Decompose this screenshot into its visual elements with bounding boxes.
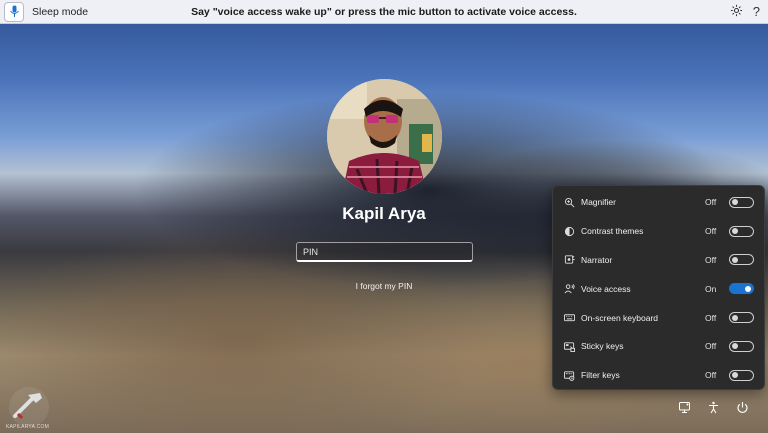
toggle-state: Off (705, 341, 717, 352)
accessibility-item-label: Narrator (581, 254, 613, 265)
pin-input[interactable] (296, 242, 473, 262)
toggle-state: Off (705, 370, 717, 381)
watermark-text: KAPILARYA.COM (6, 424, 49, 430)
accessibility-item-voice-access[interactable]: Voice access On (553, 274, 764, 303)
toggle-state: Off (705, 197, 717, 208)
accessibility-item-filter-keys[interactable]: Filter keys Off (553, 361, 764, 390)
system-tray (676, 399, 750, 415)
toggle-state: Off (705, 312, 717, 323)
accessibility-icon[interactable] (705, 399, 721, 415)
voice-access-instruction: Say "voice access wake up" or press the … (191, 5, 577, 18)
power-icon[interactable] (734, 399, 750, 415)
sticky-keys-icon (563, 340, 575, 352)
voice-access-bar: Sleep mode Say "voice access wake up" or… (0, 0, 768, 24)
toggle-knob (732, 343, 738, 350)
network-icon[interactable] (676, 399, 692, 415)
toggle-state: Off (705, 254, 717, 265)
narrator-toggle[interactable] (729, 254, 754, 266)
accessibility-item-label: Sticky keys (581, 341, 624, 352)
accessibility-item-magnifier[interactable]: Magnifier Off (553, 188, 764, 217)
toggle-knob (745, 285, 751, 292)
voice-access-toggle[interactable] (729, 283, 754, 295)
accessibility-item-contrast-themes[interactable]: Contrast themes Off (553, 217, 764, 246)
keyboard-icon (563, 312, 575, 324)
voice-access-status: Sleep mode (32, 5, 89, 18)
toggle-state: On (705, 283, 717, 294)
magnifier-icon (563, 196, 575, 208)
toggle-knob (732, 372, 738, 379)
mic-icon (9, 5, 19, 17)
magnifier-toggle[interactable] (729, 196, 754, 208)
toggle-state: Off (705, 226, 717, 237)
accessibility-item-on-screen-keyboard[interactable]: On-screen keyboard Off (553, 303, 764, 332)
on-screen-keyboard-toggle[interactable] (729, 312, 754, 324)
mic-button[interactable] (4, 1, 24, 22)
gear-icon[interactable] (730, 4, 743, 20)
contrast-themes-toggle[interactable] (729, 225, 754, 237)
help-icon[interactable]: ? (753, 4, 760, 19)
accessibility-item-label: Contrast themes (581, 226, 644, 237)
voice-access-icon (563, 283, 575, 295)
toggle-knob (732, 199, 738, 206)
accessibility-item-narrator[interactable]: Narrator Off (553, 246, 764, 275)
filter-keys-icon (563, 369, 575, 381)
user-avatar (327, 79, 442, 194)
accessibility-flyout: Magnifier Off Contrast themes Off Narrat… (552, 185, 765, 390)
toggle-knob (732, 256, 738, 263)
sticky-keys-toggle[interactable] (729, 340, 754, 352)
accessibility-item-label: On-screen keyboard (581, 312, 659, 323)
accessibility-item-label: Filter keys (581, 370, 620, 381)
accessibility-item-label: Voice access (581, 283, 631, 294)
toggle-knob (732, 228, 738, 235)
filter-keys-toggle[interactable] (729, 369, 754, 381)
contrast-icon (563, 225, 575, 237)
toggle-knob (732, 314, 738, 321)
accessibility-item-sticky-keys[interactable]: Sticky keys Off (553, 332, 764, 361)
narrator-icon (563, 254, 575, 266)
accessibility-item-label: Magnifier (581, 197, 616, 208)
